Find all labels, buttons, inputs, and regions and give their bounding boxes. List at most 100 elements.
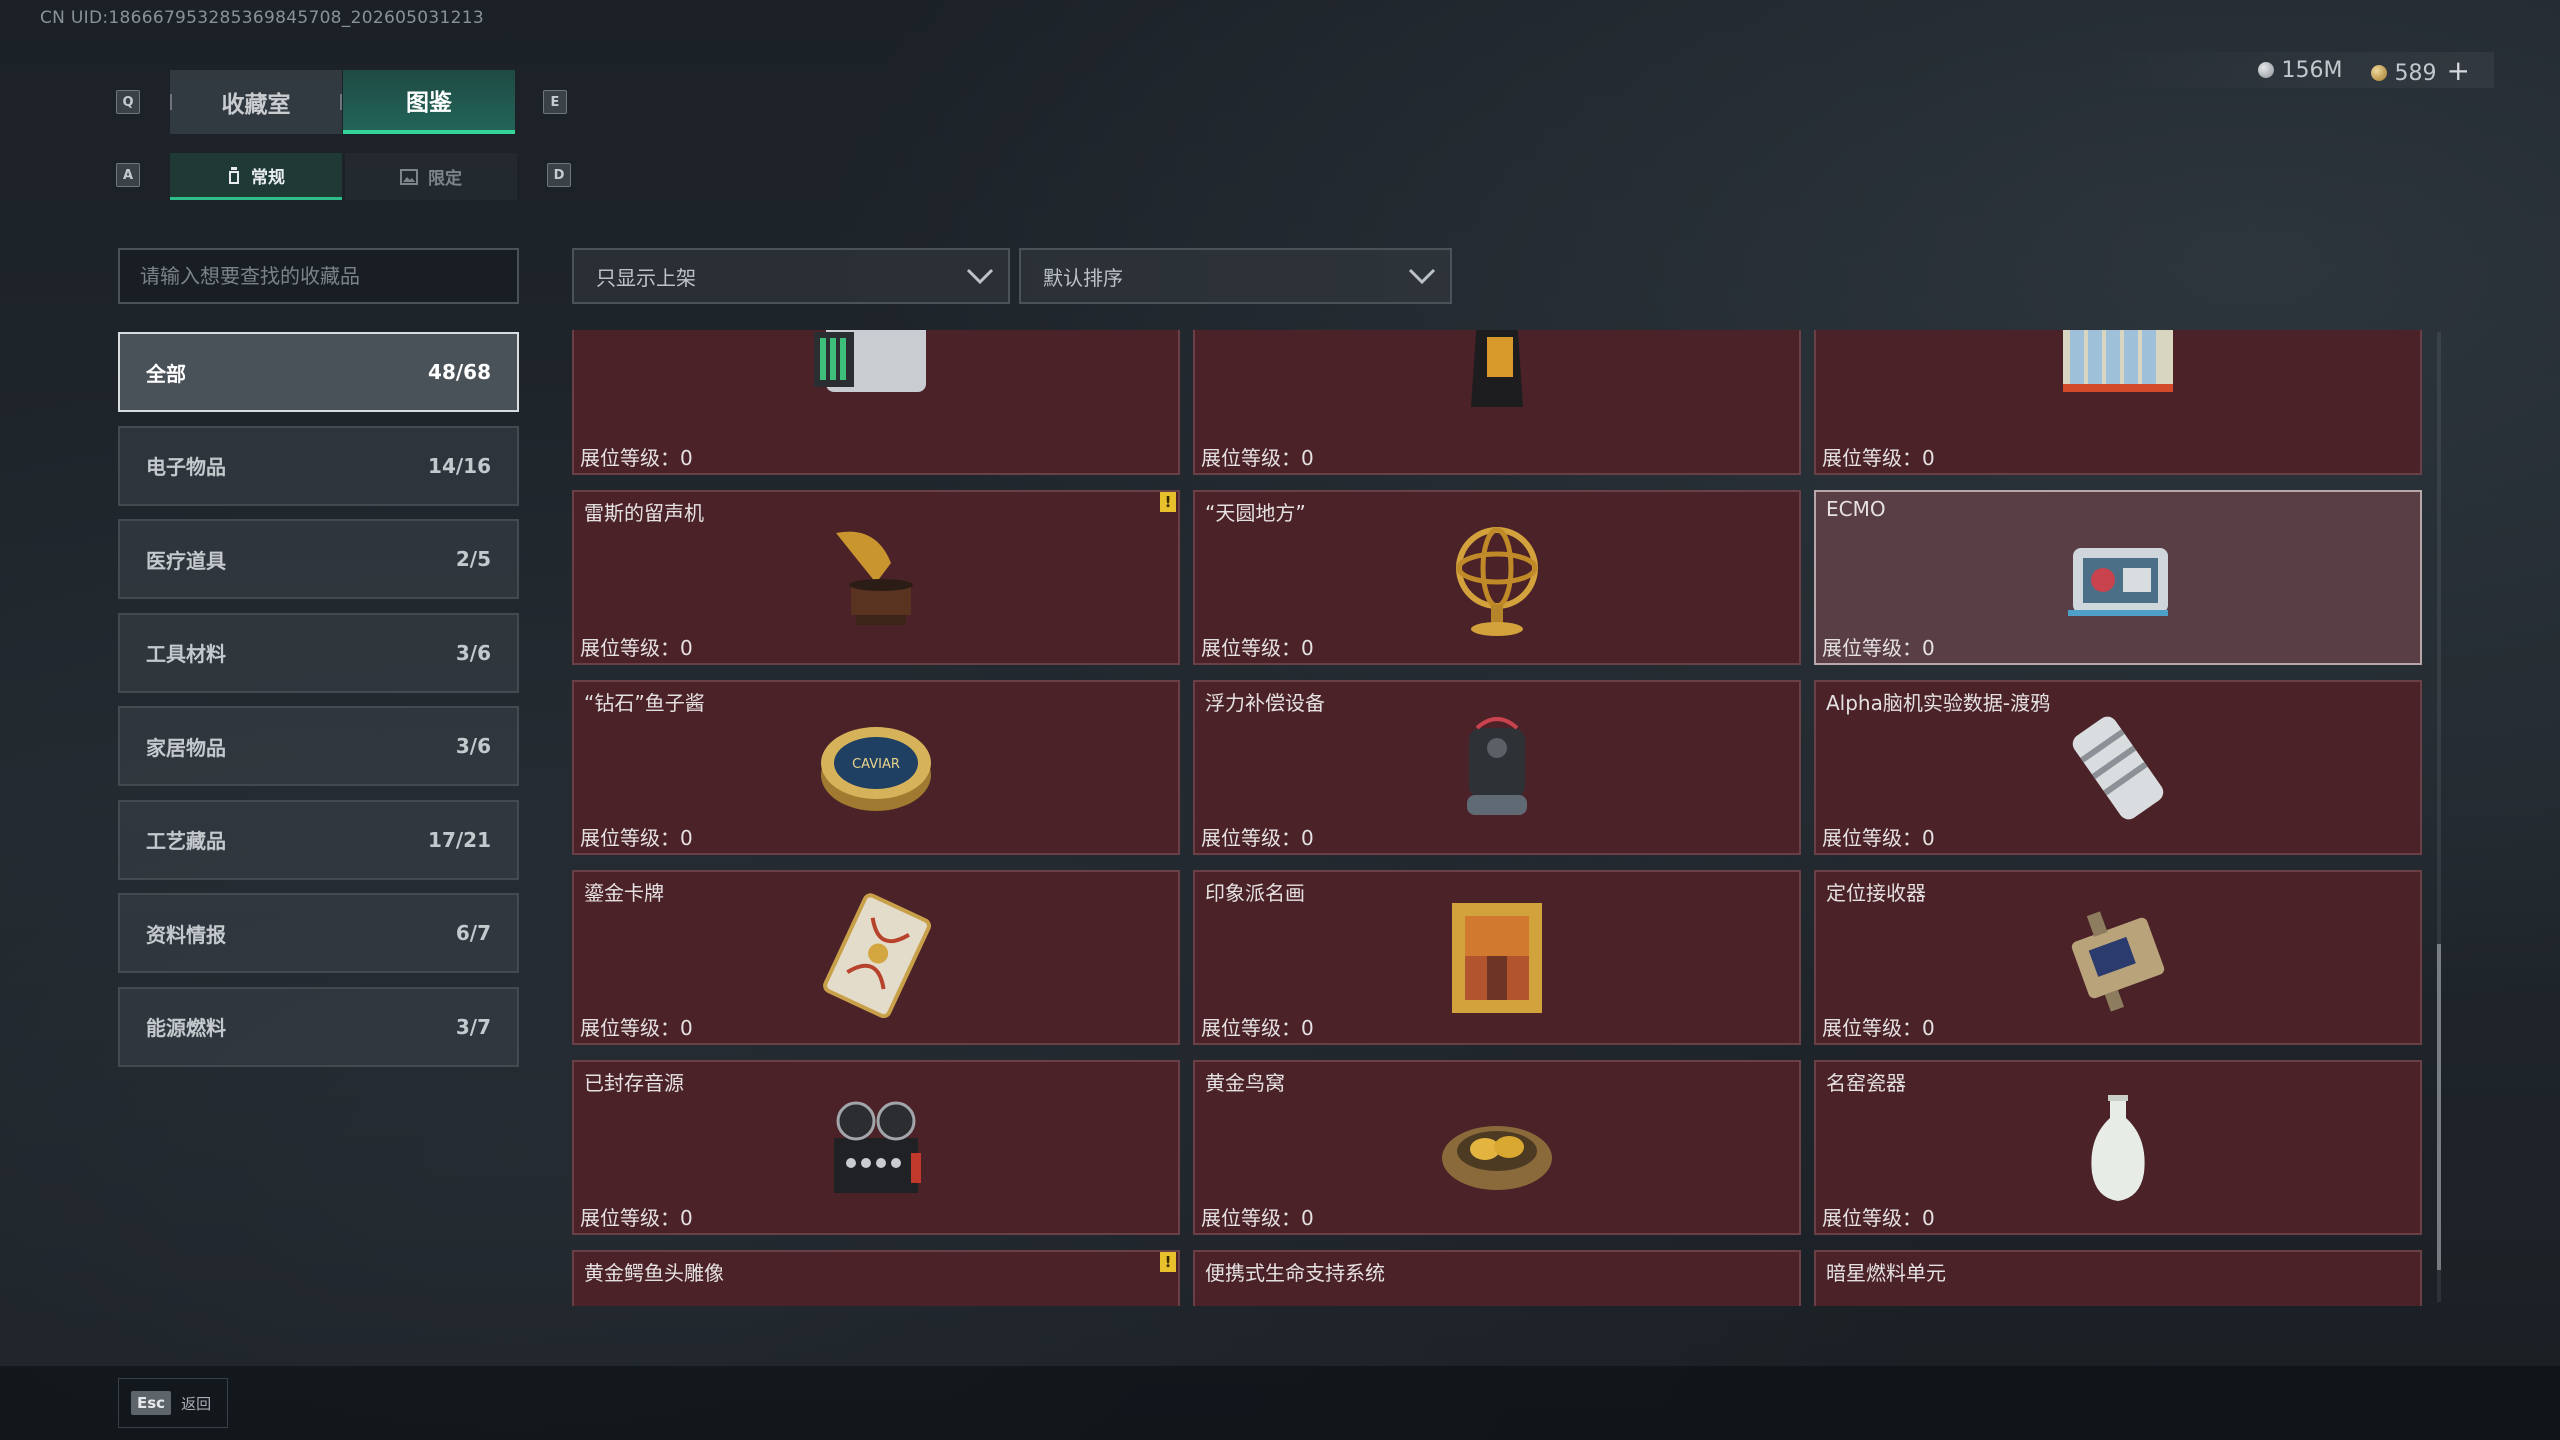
armillary-sphere-icon (1456, 526, 1538, 636)
ecmo-machine-icon (2068, 547, 2168, 616)
collectible-card[interactable]: 展位等级：0 (572, 330, 1180, 475)
back-label: 返回 (181, 1394, 212, 1413)
collectible-grid: 展位等级：0 展位等级：0 展位等级：0 雷斯的留声机 展位等级：0! “天圆地方” 展位等… (572, 330, 2426, 1306)
collectible-card[interactable]: 浮力补偿设备 展位等级：0 (1193, 680, 1801, 855)
category-item[interactable]: 能源燃料 3/7 (118, 986, 519, 1067)
framed-painting-icon (1452, 902, 1542, 1013)
category-label: 全部 (146, 361, 186, 386)
subtab-limited[interactable]: 限定 (345, 153, 517, 200)
tab-codex[interactable]: 图鉴 (343, 70, 515, 134)
subtab-regular-label: 常规 (251, 167, 285, 188)
booth-level-label: 展位等级：0 (580, 1016, 693, 1040)
buoyancy-device-icon (1467, 716, 1527, 815)
shelf-filter-value: 只显示上架 (596, 265, 696, 290)
category-item[interactable]: 工艺藏品 17/21 (118, 799, 519, 880)
booth-level-label: 展位等级：0 (580, 826, 693, 850)
category-label: 能源燃料 (146, 1016, 226, 1040)
gold-coin-icon (2370, 64, 2387, 81)
currency-bar: 156M 589 + (2094, 52, 2494, 88)
booth-level-label: 展位等级：0 (1822, 1206, 1935, 1230)
add-currency-button[interactable]: + (2447, 54, 2470, 87)
bottle-icon (229, 167, 239, 184)
collectible-card[interactable]: 定位接收器 展位等级：0 (1814, 870, 2422, 1045)
collectible-name: 已封存音源 (584, 1071, 684, 1095)
bottom-bar (0, 1366, 2560, 1440)
collectible-card[interactable]: 暗星燃料单元展位等级：0 (1814, 1250, 2422, 1306)
data-canister-icon (2072, 716, 2164, 819)
search-input[interactable] (118, 248, 519, 304)
shelf-filter-dropdown[interactable]: 只显示上架 (572, 248, 1010, 304)
caviar-tin-label: CAVIAR (852, 757, 900, 772)
tab-collection-room[interactable]: 收藏室 (170, 70, 342, 134)
subtab-regular[interactable]: 常规 (170, 153, 342, 200)
image-icon (400, 168, 418, 185)
collectible-name: 名窑瓷器 (1826, 1071, 1906, 1095)
category-item[interactable]: 全部 48/68 (118, 332, 519, 412)
booth-level-label: 展位等级：0 (1822, 446, 1935, 470)
collectible-name: 印象派名画 (1205, 881, 1305, 905)
warning-badge-icon: ! (1160, 1252, 1176, 1272)
booth-level-label: 展位等级：0 (580, 446, 693, 470)
server-unit-icon (814, 330, 926, 392)
booth-level-label: 展位等级：0 (1201, 636, 1314, 660)
collectible-name: Alpha脑机实验数据-渡鸦 (1826, 691, 2051, 715)
category-item[interactable]: 家居物品 3/6 (118, 706, 519, 786)
collectible-name: 暗星燃料单元 (1826, 1261, 1946, 1285)
collectible-card[interactable]: 展位等级：0 (1814, 330, 2422, 475)
collectible-card[interactable]: 便携式生命支持系统展位等级：0 (1193, 1250, 1801, 1306)
collectible-name: ECMO (1826, 497, 1886, 521)
collectible-card[interactable]: ECMO 展位等级：0 (1814, 490, 2422, 665)
tab-divider (170, 94, 172, 110)
collectible-card[interactable]: 已封存音源展位等级：0 (572, 1060, 1180, 1235)
gold-amount: 589 (2394, 60, 2437, 86)
collectible-card[interactable]: 黄金鸟窝展位等级：0 (1193, 1060, 1801, 1235)
caviar-tin-icon: CAVIAR (821, 726, 931, 811)
collectible-card[interactable]: 印象派名画展位等级：0 (1193, 870, 1801, 1045)
uid-text: CN UID:1866679532853698457​08_2026050312… (40, 8, 484, 28)
chevron-down-icon (1408, 268, 1436, 284)
category-label: 家居物品 (146, 735, 226, 760)
booth-level-label: 展位等级：0 (580, 1206, 693, 1230)
key-hint-q: Q (116, 90, 140, 114)
collectible-name: 浮力补偿设备 (1205, 691, 1325, 715)
booth-level-label: 展位等级：0 (1822, 826, 1935, 850)
coffee-bag-icon (1471, 330, 1523, 407)
collectible-card[interactable]: 展位等级：0 (1193, 330, 1801, 475)
category-item[interactable]: 电子物品 14/16 (118, 425, 519, 506)
sort-value: 默认排序 (1043, 265, 1123, 290)
category-count: 3/6 (455, 640, 491, 665)
esc-key-hint: Esc (131, 1391, 172, 1415)
key-hint-d: D (547, 163, 571, 187)
booth-level-label: 展位等级：0 (1201, 1206, 1314, 1230)
booth-level-label: 展位等级：0 (1822, 636, 1935, 660)
collectible-card[interactable]: 黄金鳄鱼头雕像展位等级：0! (572, 1250, 1180, 1306)
category-count: 2/5 (455, 547, 491, 571)
collectible-name: 黄金鸟窝 (1205, 1071, 1285, 1095)
category-label: 电子物品 (146, 455, 226, 479)
collectible-card[interactable]: “天圆地方” 展位等级：0 (1193, 490, 1801, 665)
sort-dropdown[interactable]: 默认排序 (1019, 248, 1452, 304)
category-item[interactable]: 工具材料 3/6 (118, 612, 519, 693)
gramophone-icon (836, 531, 913, 625)
gold-currency: 589 + (2370, 54, 2470, 87)
collectible-card[interactable]: 名窑瓷器展位等级：0 (1814, 1060, 2422, 1235)
collectible-card[interactable]: Alpha脑机实验数据-渡鸦展位等级：0 (1814, 680, 2422, 855)
collectible-name: “天圆地方” (1205, 501, 1306, 525)
back-button[interactable]: Esc 返回 (118, 1378, 228, 1428)
category-item[interactable]: 医疗道具 2/5 (118, 519, 519, 599)
collectible-name: “钻石”鱼子酱 (584, 691, 705, 715)
booth-level-label: 展位等级：0 (1201, 1016, 1314, 1040)
tab-divider (340, 94, 342, 110)
category-item[interactable]: 资料情报 6/7 (118, 893, 519, 973)
golden-nest-icon (1442, 1125, 1552, 1190)
collectible-card[interactable]: 雷斯的留声机 展位等级：0! (572, 490, 1180, 665)
silver-coin-icon (2257, 61, 2274, 78)
scrollbar-thumb[interactable] (2437, 944, 2441, 1270)
category-label: 资料情报 (146, 922, 226, 947)
subtab-limited-label: 限定 (428, 169, 462, 189)
collectible-card[interactable]: “钻石”鱼子酱 CAVIAR 展位等级：0 (572, 680, 1180, 855)
collectible-name: 便携式生命支持系统 (1205, 1261, 1385, 1285)
warning-badge-icon: ! (1160, 492, 1176, 512)
collectible-card[interactable]: 鎏金卡牌 展位等级：0 (572, 870, 1180, 1045)
collectible-name: 定位接收器 (1826, 881, 1926, 905)
